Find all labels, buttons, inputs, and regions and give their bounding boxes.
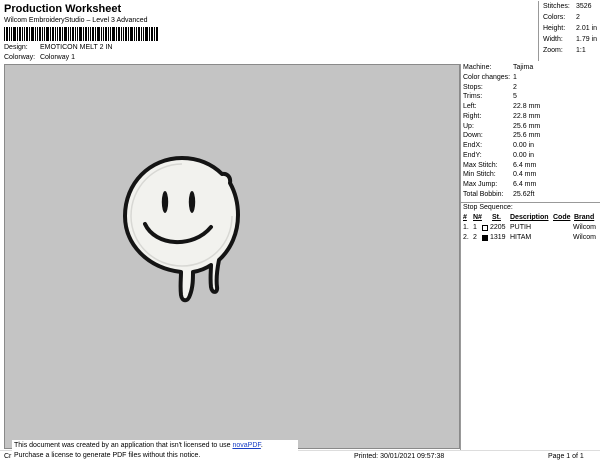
color-swatch (482, 235, 488, 241)
stat-endx: EndX: 0.00 in (463, 142, 535, 149)
worksheet-title: Production Worksheet (4, 3, 122, 15)
stat-max-jump: Max Jump: 6.4 mm (463, 181, 537, 188)
stat-color-changes: Color changes: 1 (463, 74, 517, 81)
stitches-label: Stitches: (543, 3, 570, 10)
colorway-label: Colorway: (4, 54, 36, 61)
col-header-code: Code (553, 214, 571, 221)
design-preview-canvas (4, 64, 460, 449)
colors-value: 2 (576, 14, 580, 21)
stat-total-bobbin: Total Bobbin: 25.62ft (463, 191, 535, 198)
emoticon-melt-design (123, 156, 240, 303)
stat-machine: Machine: Tajima (463, 64, 534, 71)
stop-sequence-title: Stop Sequence: (463, 204, 513, 211)
width-value: 1.79 in (576, 36, 598, 43)
unlicensed-notice: This document was created by an applicat… (12, 440, 298, 464)
stat-trims: Trims: 5 (463, 93, 517, 100)
divider (461, 202, 600, 203)
colorway-row: Colorway: Colorway 1 (4, 54, 75, 61)
design-row: Design: EMOTICON MELT 2 IN (4, 44, 112, 51)
height-label: Height: (543, 25, 566, 32)
stat-stops: Stops: 2 (463, 84, 517, 91)
stitches-value: 3526 (576, 3, 592, 10)
stat-left: Left: 22.8 mm (463, 103, 541, 110)
design-name: EMOTICON MELT 2 IN (39, 44, 113, 51)
notice-line-1: This document was created by an applicat… (14, 442, 263, 449)
stat-up: Up: 25.6 mm (463, 123, 541, 130)
col-header-description: Description (510, 214, 549, 221)
right-eye (188, 191, 196, 213)
width-label: Width: (543, 36, 563, 43)
notice-line-2: Purchase a license to generate PDF files… (14, 452, 201, 459)
col-header-brand: Brand (574, 214, 595, 221)
barcode (4, 27, 158, 41)
stat-max-stitch: Max Stitch: 6.4 mm (463, 162, 537, 169)
left-eye (161, 191, 169, 213)
design-label: Design: (4, 44, 28, 51)
colors-label: Colors: (543, 14, 566, 21)
col-header-num: # (463, 214, 467, 221)
stat-endy: EndY: 0.00 in (463, 152, 535, 159)
page-number: Page 1 of 1 (548, 453, 584, 460)
table-row: 1. 1 2205 PUTIH Wilcom (463, 224, 596, 231)
novapdf-link[interactable]: novaPDF (232, 442, 260, 449)
melting-smiley-outline (123, 156, 240, 303)
zoom-value: 1:1 (576, 47, 586, 54)
table-row: 2. 2 1319 HITAM Wilcom (463, 234, 596, 241)
height-value: 2.01 in (576, 25, 598, 32)
color-swatch (482, 225, 488, 231)
stat-min-stitch: Min Stitch: 0.4 mm (463, 171, 537, 178)
software-name: Wilcom EmbroideryStudio – Level 3 Advanc… (4, 17, 148, 24)
machine-stats-panel: Machine: Tajima Color changes: 1 Stops: 2 T… (460, 64, 600, 450)
footer-fragment: Cr (4, 453, 12, 460)
colorway-name: Colorway 1 (39, 54, 75, 61)
col-header-needle: N# (473, 214, 482, 221)
printed-timestamp: Printed: 30/01/2021 09:57:38 (354, 453, 445, 460)
stat-right: Right: 22.8 mm (463, 113, 541, 120)
col-header-stitches: St. (492, 214, 501, 221)
stat-down: Down: 25.6 mm (463, 132, 541, 139)
summary-panel: Stitches: 3526 Colors: 2 Height: 2.01 in… (538, 1, 600, 61)
zoom-label: Zoom: (543, 47, 563, 54)
